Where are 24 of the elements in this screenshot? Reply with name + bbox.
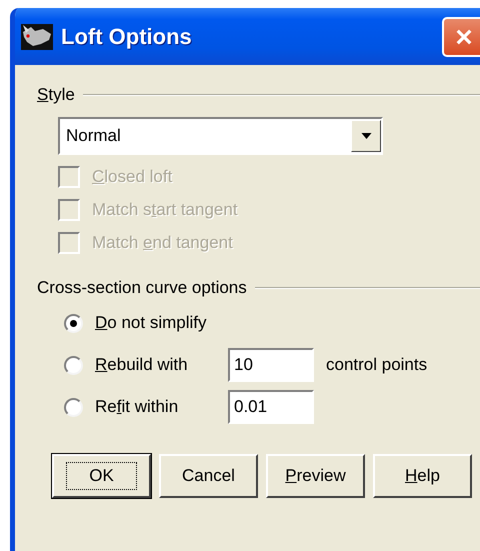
window-title: Loft Options xyxy=(61,24,192,50)
unit-label: control points xyxy=(326,355,428,375)
caret-icon xyxy=(360,133,372,139)
checkbox-label: Closed loft xyxy=(92,166,172,186)
dialog-button[interactable]: OK xyxy=(52,454,151,498)
dropdown-button[interactable] xyxy=(351,120,381,152)
number-field[interactable]: 10 xyxy=(228,348,314,382)
radio-label: Refit within xyxy=(95,397,180,417)
number-field[interactable]: 0.01 xyxy=(228,390,314,424)
radio-label: Do not simplify xyxy=(95,313,208,333)
radio-label: Rebuild with xyxy=(95,355,189,375)
dialog-button[interactable]: Cancel xyxy=(159,454,258,498)
radio-button[interactable] xyxy=(64,314,83,332)
group-label: Cross-section curve options xyxy=(37,278,247,298)
checkbox-label: Match start tangent xyxy=(92,200,238,220)
group-label: Style xyxy=(37,85,75,105)
checkbox-label: Match end tangent xyxy=(92,232,233,252)
close-button[interactable] xyxy=(442,16,480,56)
dialog-button[interactable]: Help xyxy=(373,454,472,498)
radio-button[interactable] xyxy=(64,398,83,416)
style-dropdown[interactable]: Normal xyxy=(58,117,383,155)
radio-button[interactable] xyxy=(64,356,83,374)
close-icon xyxy=(454,26,474,46)
dialog-button[interactable]: Preview xyxy=(266,454,365,498)
